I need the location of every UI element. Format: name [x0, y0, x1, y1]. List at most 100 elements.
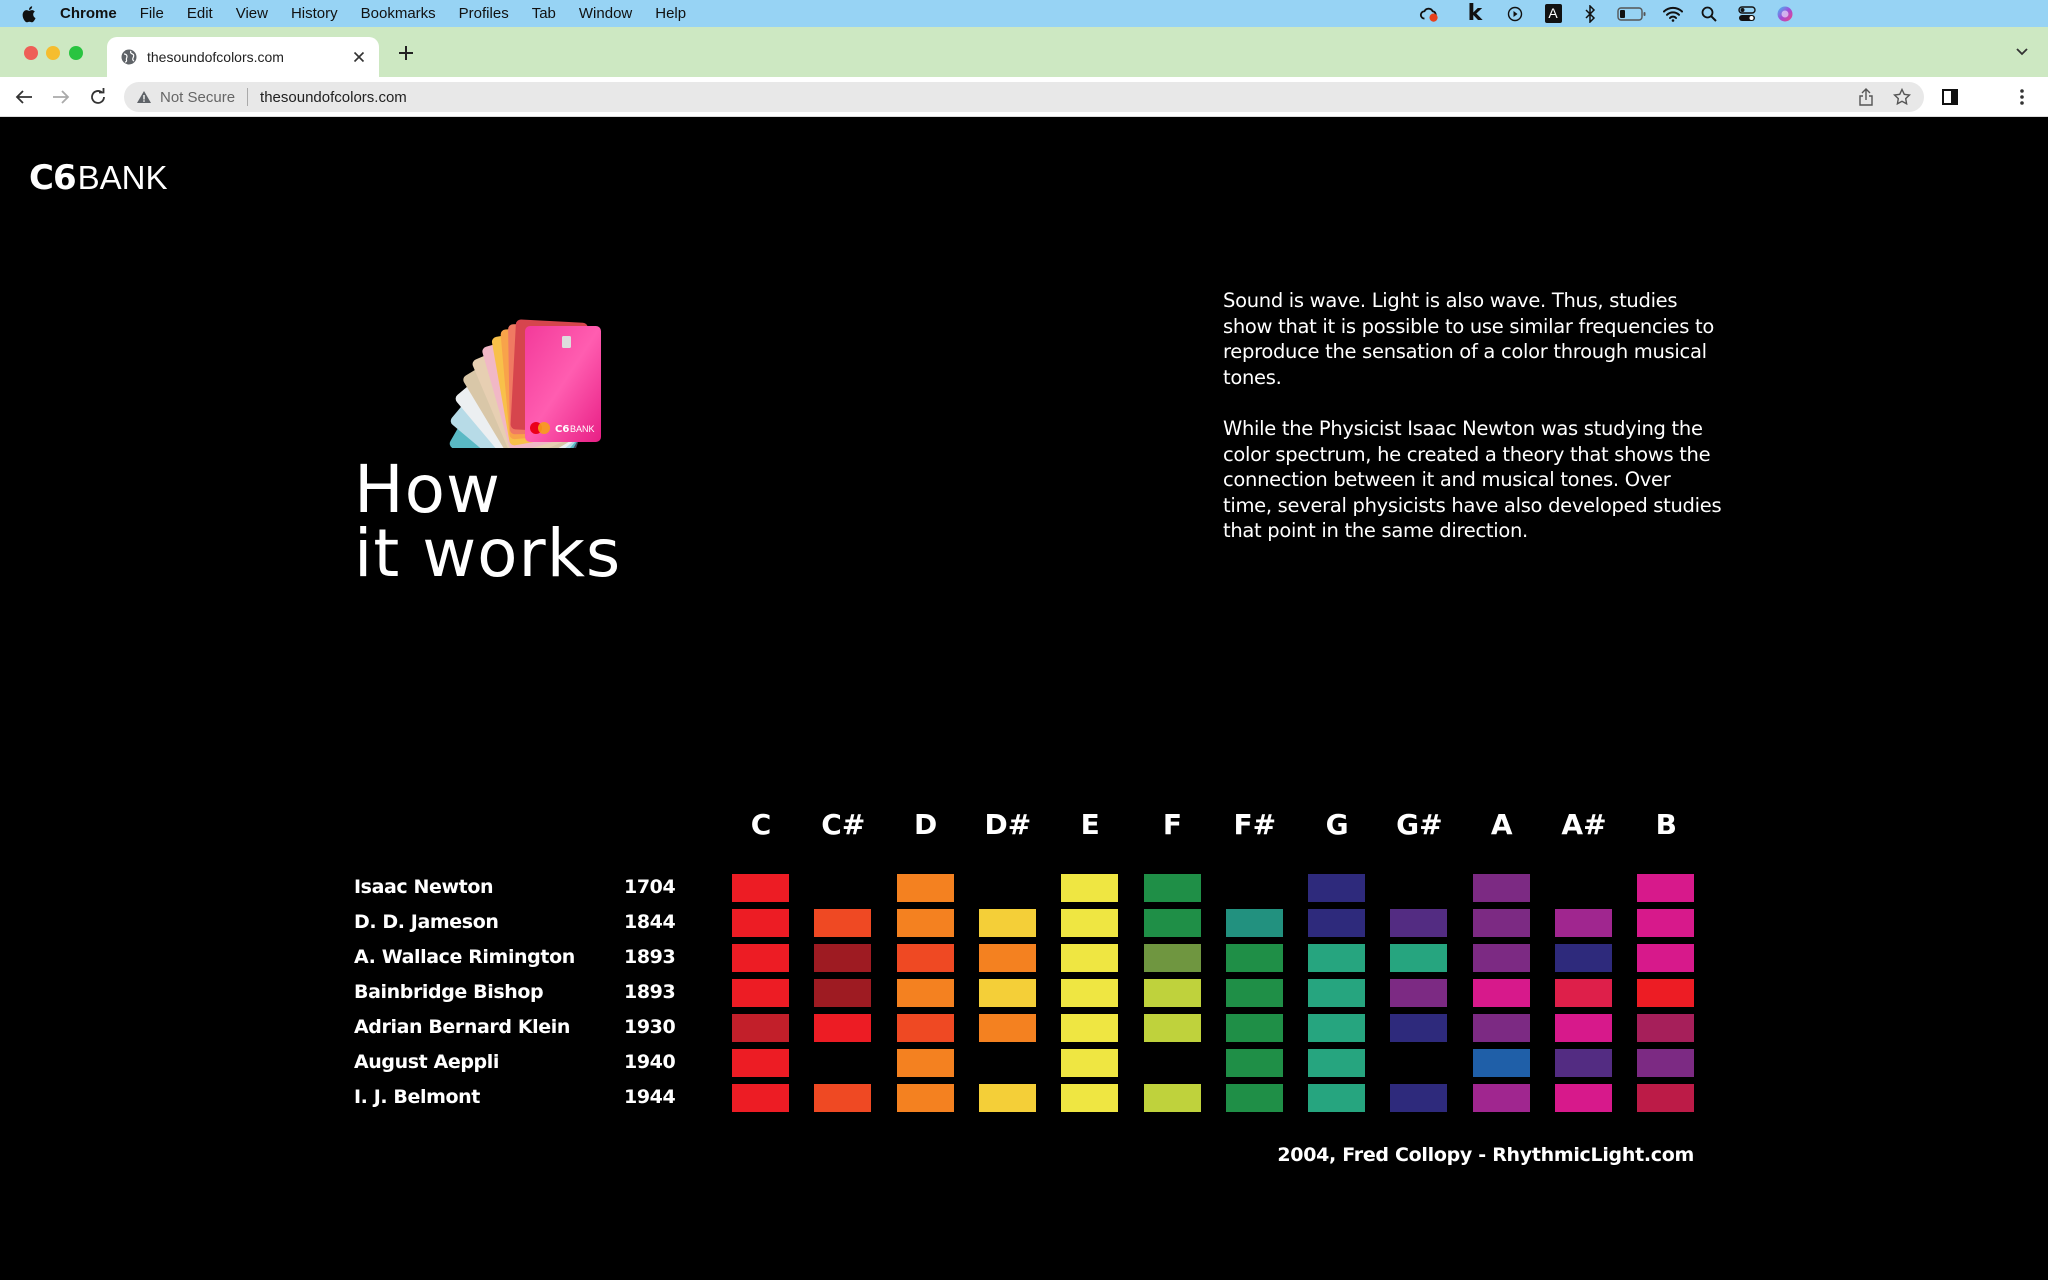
- web-page: C6 BANK C6 BANK How it works Sound is wa…: [0, 118, 2048, 1280]
- color-swatch-b: [1637, 1049, 1695, 1077]
- color-swatch-b: [1637, 944, 1695, 972]
- menu-file[interactable]: File: [140, 5, 164, 22]
- color-swatch-c: [732, 874, 789, 902]
- row-year: 1944: [624, 1086, 676, 1108]
- row-physicist-name: August Aeppli: [354, 1051, 499, 1073]
- color-swatch-f: [1143, 979, 1201, 1007]
- color-swatch-d-sharp: [978, 944, 1036, 972]
- menu-help[interactable]: Help: [655, 5, 686, 22]
- battery-icon[interactable]: [1617, 4, 1647, 24]
- color-swatch-f-sharp: [1225, 1049, 1283, 1077]
- color-swatch-d: [896, 979, 954, 1007]
- share-icon[interactable]: [1856, 87, 1876, 107]
- menu-tab[interactable]: Tab: [532, 5, 556, 22]
- color-swatch-e: [1061, 979, 1119, 1007]
- note-header: A: [1490, 808, 1513, 841]
- c6-bank-logo[interactable]: C6 BANK: [29, 158, 167, 198]
- control-center-icon[interactable]: [1737, 4, 1757, 24]
- note-header: D: [913, 808, 938, 841]
- color-swatch-c: [732, 909, 789, 937]
- menu-window[interactable]: Window: [579, 5, 632, 22]
- fanned-cards-image: C6 BANK: [350, 248, 640, 506]
- bookmark-star-icon[interactable]: [1892, 87, 1912, 107]
- color-swatch-f: [1143, 874, 1201, 902]
- color-swatch-g: [1308, 979, 1366, 1007]
- more-menu-icon[interactable]: [2010, 85, 2034, 109]
- menu-view[interactable]: View: [236, 5, 268, 22]
- warning-triangle-icon[interactable]: [136, 89, 152, 105]
- svg-text:C6: C6: [555, 424, 569, 435]
- security-status-label[interactable]: Not Secure: [160, 89, 235, 106]
- page-title: How it works: [354, 451, 622, 592]
- new-tab-button[interactable]: [395, 42, 417, 64]
- page-title-line-2: it works: [354, 515, 622, 592]
- color-swatch-f-sharp: [1225, 1084, 1283, 1112]
- menu-app-chrome[interactable]: Chrome: [60, 5, 117, 22]
- row-physicist-name: Isaac Newton: [354, 876, 494, 898]
- color-swatch-d-sharp: [978, 1084, 1036, 1112]
- window-close-button[interactable]: [24, 46, 38, 60]
- color-swatch-g-sharp: [1390, 944, 1448, 972]
- page-title-line-1: How: [354, 451, 501, 528]
- color-swatch-f: [1143, 909, 1201, 937]
- address-bar[interactable]: Not Secure thesoundofcolors.com: [124, 82, 1924, 112]
- siri-icon[interactable]: [1775, 4, 1795, 24]
- row-year: 1940: [624, 1051, 676, 1073]
- spotlight-search-icon[interactable]: [1699, 4, 1719, 24]
- row-physicist-name: D. D. Jameson: [354, 911, 499, 933]
- note-header: B: [1655, 808, 1677, 841]
- back-button[interactable]: [12, 85, 36, 109]
- menu-edit[interactable]: Edit: [187, 5, 213, 22]
- row-year: 1930: [624, 1016, 676, 1038]
- apple-menu-icon[interactable]: [22, 5, 38, 23]
- color-swatch-d: [896, 944, 954, 972]
- color-swatch-a: [1472, 1014, 1530, 1042]
- creative-cloud-icon[interactable]: [1419, 4, 1439, 24]
- url-text[interactable]: thesoundofcolors.com: [260, 89, 1856, 106]
- reload-button[interactable]: [86, 85, 110, 109]
- note-header: F#: [1233, 808, 1277, 841]
- color-swatch-d-sharp: [978, 909, 1036, 937]
- color-swatch-b: [1637, 979, 1695, 1007]
- color-swatch-g: [1308, 944, 1366, 972]
- tab-title: thesoundofcolors.com: [147, 49, 284, 65]
- color-swatch-a-sharp: [1555, 979, 1612, 1007]
- note-header: C: [750, 808, 772, 841]
- note-header: D#: [984, 808, 1032, 841]
- menu-bookmarks[interactable]: Bookmarks: [361, 5, 436, 22]
- color-swatch-e: [1061, 1049, 1119, 1077]
- play-circle-icon[interactable]: [1505, 4, 1525, 24]
- side-panel-icon[interactable]: [1938, 85, 1962, 109]
- window-minimize-button[interactable]: [46, 46, 60, 60]
- color-swatch-g: [1308, 1084, 1366, 1112]
- color-swatch-c: [732, 1049, 789, 1077]
- bluetooth-icon[interactable]: [1580, 4, 1600, 24]
- color-swatch-g: [1308, 1014, 1366, 1042]
- k-app-icon[interactable]: k: [1465, 1, 1485, 26]
- tab-search-chevron-down-icon[interactable]: [2014, 43, 2030, 59]
- color-swatch-d-sharp: [978, 1014, 1036, 1042]
- color-swatch-c-sharp: [814, 944, 872, 972]
- color-swatch-f-sharp: [1225, 979, 1283, 1007]
- keyboard-input-a-icon[interactable]: A: [1543, 4, 1563, 24]
- color-swatch-g-sharp: [1390, 979, 1448, 1007]
- window-zoom-button[interactable]: [69, 46, 83, 60]
- intro-text: Sound is wave. Light is also wave. Thus,…: [1223, 288, 1723, 570]
- color-swatch-c: [732, 1014, 789, 1042]
- color-swatch-c: [732, 979, 789, 1007]
- color-swatch-c-sharp: [814, 1084, 872, 1112]
- menu-profiles[interactable]: Profiles: [459, 5, 509, 22]
- color-swatch-b: [1637, 1084, 1695, 1112]
- color-swatch-e: [1061, 874, 1119, 902]
- forward-button[interactable]: [49, 85, 73, 109]
- color-swatch-a: [1472, 944, 1530, 972]
- note-header: G#: [1396, 808, 1443, 841]
- color-swatch-g: [1308, 1049, 1366, 1077]
- tab-close-icon[interactable]: [349, 47, 369, 67]
- wifi-icon[interactable]: [1663, 4, 1683, 24]
- color-swatch-a-sharp: [1555, 909, 1612, 937]
- color-swatch-d: [896, 1014, 954, 1042]
- logo-mark: C6: [29, 158, 77, 198]
- browser-tab-active[interactable]: thesoundofcolors.com: [107, 37, 379, 77]
- menu-history[interactable]: History: [291, 5, 338, 22]
